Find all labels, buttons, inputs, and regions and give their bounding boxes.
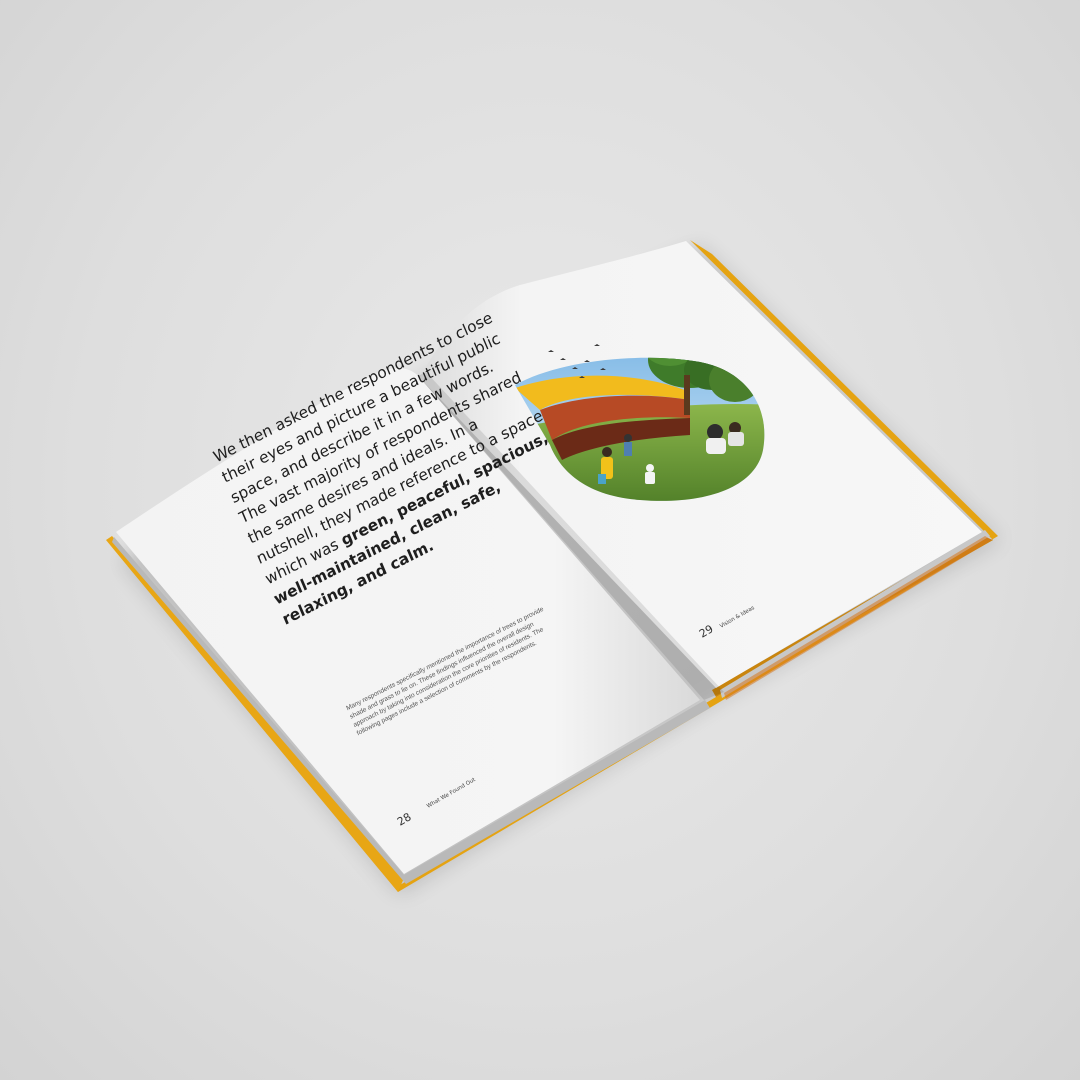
brochure-mockup-scene: 29 Vision & Ideas 28 What We Found Out: [106, 240, 1000, 895]
